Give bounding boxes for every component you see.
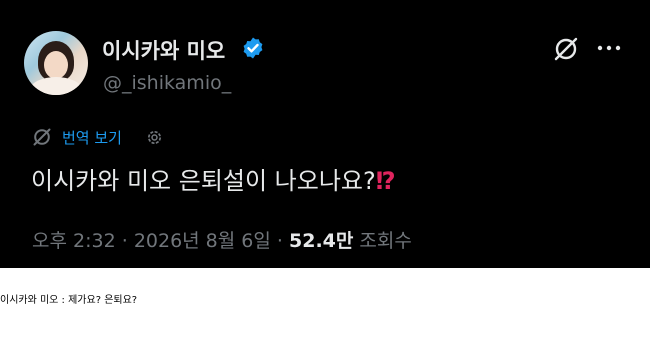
- tweet-text: 이시카와 미오 은퇴설이 나오나요?⁉: [31, 161, 396, 196]
- meta-separator: ·: [121, 230, 128, 252]
- avatar-face: [44, 51, 68, 79]
- tweet-text-body: 이시카와 미오 은퇴설이 나오나요?: [31, 167, 376, 195]
- interrobang-emoji: ⁉: [375, 167, 396, 195]
- translate-grok-icon: [33, 128, 51, 146]
- avatar-shoulder: [30, 77, 82, 95]
- translate-link[interactable]: 번역 보기: [62, 127, 122, 148]
- caption-text: 이시카와 미오 : 제가요? 은퇴요?: [0, 295, 138, 306]
- display-name[interactable]: 이시카와 미오: [102, 35, 225, 65]
- views-label: 조회수: [359, 230, 412, 252]
- gear-icon[interactable]: [145, 128, 164, 147]
- grok-icon[interactable]: [553, 36, 579, 62]
- views-count: 52.4만: [289, 230, 354, 252]
- user-handle[interactable]: @_ishikamio_: [103, 72, 231, 94]
- meta-separator: ·: [276, 230, 283, 252]
- tweet-date[interactable]: 2026년 8월 6일: [134, 230, 271, 252]
- tweet-card: 이시카와 미오 @_ishikamio_ 번역 보기 이시카와 미오 은퇴설이 …: [0, 0, 650, 268]
- avatar[interactable]: [24, 31, 88, 95]
- verified-badge-icon: [243, 37, 263, 59]
- more-icon[interactable]: [596, 42, 622, 54]
- tweet-meta: 오후 2:32 · 2026년 8월 6일 · 52.4만 조회수: [32, 226, 412, 253]
- tweet-time[interactable]: 오후 2:32: [32, 230, 116, 252]
